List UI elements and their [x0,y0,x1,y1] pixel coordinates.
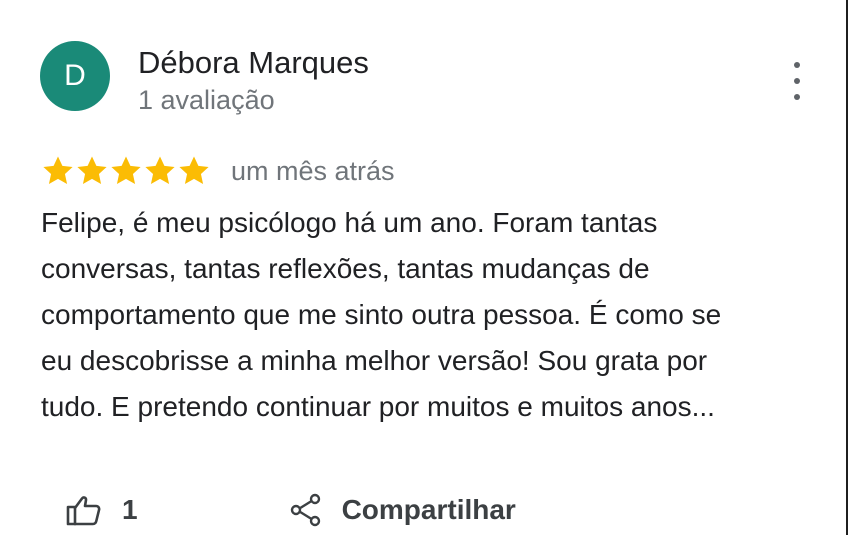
star-icon [179,156,209,185]
star-icon [111,156,141,185]
share-button[interactable]: Compartilhar [290,493,516,527]
review-text-line: eu descobrisse a minha melhor versão! So… [41,345,708,376]
author-review-count: 1 avaliação [138,85,275,115]
avatar-initial: D [64,59,86,92]
review-actions: 1 Compartilhar [66,488,516,532]
like-count: 1 [122,494,138,525]
star-icon [145,156,175,185]
thumbs-up-icon [66,496,101,526]
author-name[interactable]: Débora Marques [138,45,369,81]
more-options-button[interactable] [784,62,810,100]
review-text-line: tudo. E pretendo continuar por muitos e … [41,391,715,422]
card-border [846,0,848,535]
review-text-line: conversas, tantas reflexões, tantas muda… [41,253,650,284]
star-rating [41,154,211,188]
review-text-line: Felipe, é meu psicólogo há um ano. Foram… [41,207,658,238]
avatar[interactable]: D [40,41,110,111]
review-timestamp: um mês atrás [231,155,395,186]
more-vert-icon [794,62,800,68]
star-icon [77,156,107,185]
review-text: Felipe, é meu psicólogo há um ano. Foram… [41,200,821,430]
star-icon [43,156,73,185]
rating-row: um mês atrás [41,151,395,191]
review-text-line: comportamento que me sinto outra pessoa.… [41,299,722,330]
share-label: Compartilhar [341,494,516,525]
like-button[interactable]: 1 [66,494,138,526]
review-card: D Débora Marques 1 avaliação um mês atrá… [0,0,851,535]
share-icon [290,493,320,527]
